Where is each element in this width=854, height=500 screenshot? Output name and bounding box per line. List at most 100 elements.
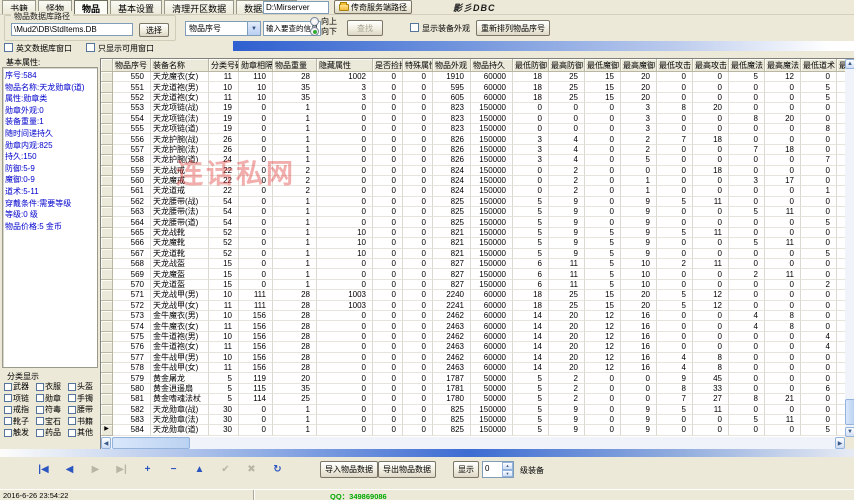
grid-cell[interactable]: 0 <box>403 197 433 207</box>
grid-cell[interactable]: 18 <box>513 93 549 103</box>
grid-cell[interactable]: 115 <box>239 384 273 394</box>
grid-cell[interactable]: 9 <box>621 197 657 207</box>
grid-cell[interactable]: 5 <box>657 405 693 415</box>
grid-cell[interactable]: 0 <box>801 145 837 155</box>
grid-cell[interactable]: 0 <box>373 124 403 134</box>
grid-cell[interactable]: 0 <box>403 155 433 165</box>
grid-cell[interactable]: 0 <box>239 259 273 269</box>
grid-cell[interactable]: 0 <box>657 114 693 124</box>
grid-cell[interactable]: 0 <box>801 197 837 207</box>
grid-cell[interactable]: 1 <box>273 425 317 435</box>
grid-cell[interactable]: 0 <box>317 155 373 165</box>
grid-cell[interactable]: 821 <box>433 238 471 248</box>
grid-cell[interactable]: 580 <box>113 384 151 394</box>
grid-cell[interactable]: 2 <box>549 384 585 394</box>
grid-cell[interactable]: 563 <box>113 207 151 217</box>
grid-cell[interactable]: 0 <box>549 114 585 124</box>
grid-cell[interactable]: 5 <box>209 373 239 383</box>
grid-cell[interactable]: 0 <box>373 384 403 394</box>
grid-cell[interactable]: 1 <box>801 186 837 196</box>
grid-cell[interactable]: 5 <box>585 280 621 290</box>
grid-cell[interactable] <box>837 166 845 176</box>
grid-cell[interactable]: 1 <box>273 207 317 217</box>
grid-cell[interactable]: 天龙护腕(法) <box>151 145 209 155</box>
grid-cell[interactable]: 26 <box>209 145 239 155</box>
grid-cell[interactable]: 0 <box>729 425 765 435</box>
grid-cell[interactable]: 0 <box>801 353 837 363</box>
grid-cell[interactable]: 0 <box>549 103 585 113</box>
grid-cell[interactable]: 0 <box>317 269 373 279</box>
grid-cell[interactable]: 561 <box>113 186 151 196</box>
grid-cell[interactable]: 0 <box>657 124 693 134</box>
grid-cell[interactable]: 156 <box>239 321 273 331</box>
grid-cell[interactable]: 0 <box>373 197 403 207</box>
grid-cell[interactable]: 25 <box>273 394 317 404</box>
grid-cell[interactable]: 0 <box>801 238 837 248</box>
grid-cell[interactable]: 605 <box>433 93 471 103</box>
grid-cell[interactable]: 21 <box>765 394 801 404</box>
grid-cell[interactable]: 50000 <box>471 384 513 394</box>
category-checkbox-item[interactable]: 宝石 <box>36 416 68 428</box>
grid-cell[interactable]: 0 <box>585 415 621 425</box>
grid-cell[interactable]: 0 <box>765 228 801 238</box>
grid-cell[interactable]: 天龙项链(法) <box>151 114 209 124</box>
nav-delete-button[interactable]: − <box>166 463 181 477</box>
grid-cell[interactable]: 0 <box>317 394 373 404</box>
category-checkbox-item[interactable]: 其他 <box>68 427 98 439</box>
row-indicator-cell[interactable] <box>101 155 113 165</box>
grid-cell[interactable]: 0 <box>729 197 765 207</box>
grid-cell[interactable]: 0 <box>403 373 433 383</box>
grid-cell[interactable]: 60000 <box>471 342 513 352</box>
grid-cell[interactable]: 0 <box>693 176 729 186</box>
row-indicator-cell[interactable] <box>101 134 113 144</box>
row-indicator-cell[interactable] <box>101 176 113 186</box>
grid-cell[interactable] <box>837 405 845 415</box>
grid-cell[interactable]: 0 <box>801 311 837 321</box>
grid-cell[interactable]: 26 <box>209 134 239 144</box>
grid-cell[interactable]: 12 <box>585 353 621 363</box>
column-header[interactable]: 隐藏属性 <box>317 59 373 72</box>
grid-cell[interactable]: 0 <box>693 72 729 82</box>
stepper-up-icon[interactable]: ▲ <box>502 462 513 470</box>
grid-cell[interactable]: 天龙魔盔 <box>151 269 209 279</box>
column-header[interactable]: 最低道术 <box>801 59 837 72</box>
grid-cell[interactable] <box>837 321 845 331</box>
grid-cell[interactable]: 16 <box>621 342 657 352</box>
grid-cell[interactable]: 1787 <box>433 373 471 383</box>
grid-cell[interactable]: 0 <box>403 217 433 227</box>
grid-cell[interactable]: 18 <box>513 72 549 82</box>
grid-cell[interactable]: 20 <box>549 342 585 352</box>
grid-cell[interactable]: 0 <box>513 114 549 124</box>
grid-cell[interactable]: 0 <box>765 363 801 373</box>
grid-cell[interactable]: 天龙战盔 <box>151 259 209 269</box>
grid-cell[interactable]: 0 <box>239 145 273 155</box>
grid-cell[interactable] <box>837 415 845 425</box>
grid-cell[interactable]: 581 <box>113 394 151 404</box>
grid-cell[interactable]: 25 <box>549 93 585 103</box>
row-indicator-cell[interactable] <box>101 82 113 92</box>
grid-cell[interactable] <box>837 238 845 248</box>
grid-cell[interactable]: 0 <box>317 321 373 331</box>
category-checkbox-item[interactable]: 腰带 <box>68 404 98 416</box>
grid-cell[interactable]: 16 <box>621 332 657 342</box>
grid-cell[interactable]: 150000 <box>471 176 513 186</box>
grid-cell[interactable]: 11 <box>209 363 239 373</box>
grid-cell[interactable]: 0 <box>729 124 765 134</box>
grid-cell[interactable]: 0 <box>657 332 693 342</box>
grid-cell[interactable]: 4 <box>657 363 693 373</box>
tab-物品[interactable]: 物品 <box>74 0 108 14</box>
grid-cell[interactable]: 2 <box>801 280 837 290</box>
grid-cell[interactable]: 114 <box>239 394 273 404</box>
grid-cell[interactable] <box>837 332 845 342</box>
category-checkbox-item[interactable]: 书籍 <box>68 416 98 428</box>
grid-cell[interactable]: 1 <box>273 405 317 415</box>
grid-cell[interactable]: 1 <box>273 124 317 134</box>
grid-cell[interactable]: 0 <box>373 269 403 279</box>
checkbox-icon[interactable] <box>68 394 76 402</box>
grid-cell[interactable]: 0 <box>513 103 549 113</box>
grid-cell[interactable]: 567 <box>113 249 151 259</box>
grid-cell[interactable]: 54 <box>209 217 239 227</box>
grid-cell[interactable]: 0 <box>317 342 373 352</box>
grid-cell[interactable]: 9 <box>549 425 585 435</box>
row-indicator-cell[interactable] <box>101 405 113 415</box>
